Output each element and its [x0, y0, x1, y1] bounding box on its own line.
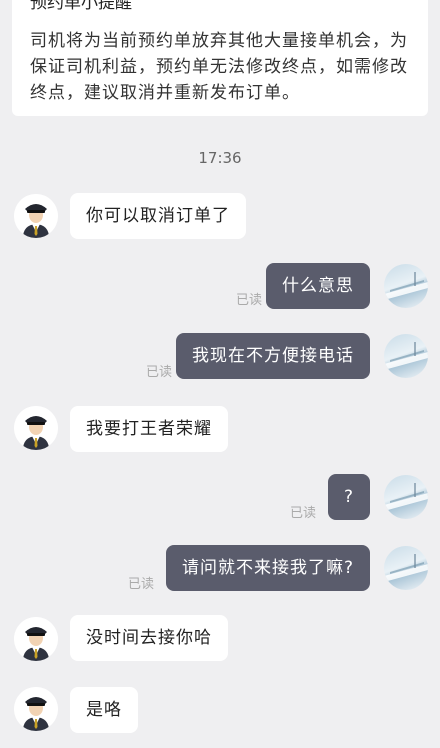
incoming-message-bubble[interactable]: 没时间去接你哈: [70, 615, 228, 661]
message-row: 已读 请问就不来接我了嘛?: [0, 545, 440, 592]
incoming-message-bubble[interactable]: 是咯: [70, 687, 138, 733]
incoming-message-bubble[interactable]: 我要打王者荣耀: [70, 406, 228, 452]
read-status: 已读: [289, 506, 316, 521]
read-status: 已读: [127, 577, 154, 592]
user-avatar-icon[interactable]: [384, 264, 428, 308]
driver-avatar-icon[interactable]: [14, 687, 58, 731]
outgoing-message-bubble[interactable]: 我现在不方便接电话: [176, 333, 370, 379]
message-row: 没时间去接你哈: [0, 615, 440, 661]
incoming-message-bubble[interactable]: 你可以取消订单了: [70, 193, 246, 239]
message-row: 我要打王者荣耀: [0, 406, 440, 452]
outgoing-message-bubble[interactable]: 什么意思: [266, 263, 370, 309]
message-row: 是咯: [0, 687, 440, 733]
notice-title: 预约单小提醒: [30, 0, 132, 13]
driver-avatar-icon[interactable]: [14, 406, 58, 450]
message-row: 你可以取消订单了: [0, 193, 440, 239]
driver-avatar-icon[interactable]: [14, 617, 58, 661]
message-row: 已读 我现在不方便接电话: [0, 333, 440, 380]
user-avatar-icon[interactable]: [384, 546, 428, 590]
order-notice-card: 预约单小提醒 司机将为当前预约单放弃其他大量接单机会，为保证司机利益，预约单无法…: [12, 0, 428, 116]
user-avatar-icon[interactable]: [384, 475, 428, 519]
user-avatar-icon[interactable]: [384, 334, 428, 378]
read-status: 已读: [145, 365, 172, 380]
message-row: 已读 ?: [0, 474, 440, 521]
message-row: 已读 什么意思: [0, 263, 440, 309]
read-status: 已读: [235, 293, 262, 308]
notice-body: 司机将为当前预约单放弃其他大量接单机会，为保证司机利益，预约单无法修改终点，如需…: [30, 31, 408, 103]
outgoing-message-bubble[interactable]: 请问就不来接我了嘛?: [165, 545, 370, 591]
message-timestamp: 17:36: [198, 149, 242, 167]
outgoing-message-bubble[interactable]: ?: [327, 474, 370, 520]
driver-avatar-icon[interactable]: [14, 194, 58, 238]
